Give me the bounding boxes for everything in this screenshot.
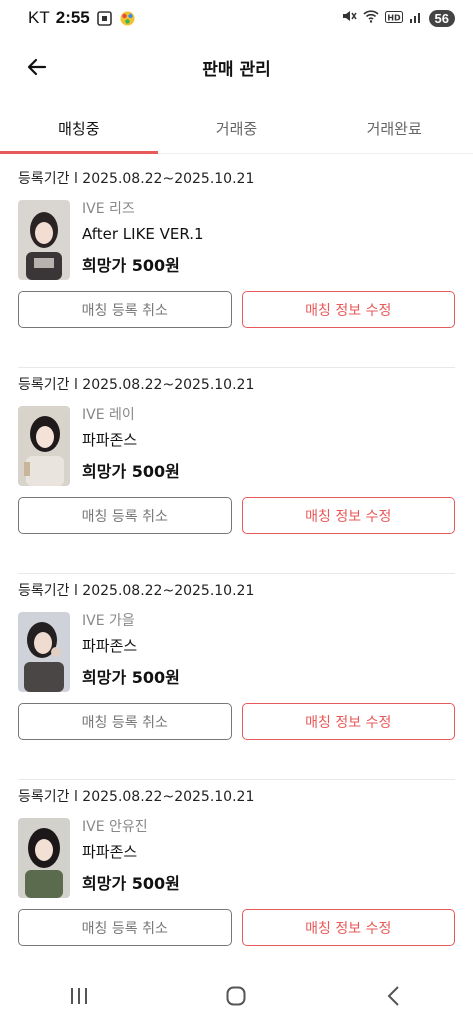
edit-matching-button[interactable]: 매칭 정보 수정 <box>241 497 455 534</box>
listing-list: 등록기간 l 2025.08.22~2025.10.21 IVE 리즈 Afte… <box>0 162 473 986</box>
screenshot-icon <box>96 10 113 27</box>
item-row[interactable]: IVE 레이 파파존스 희망가 500원 <box>18 406 455 486</box>
recent-apps-icon <box>70 988 87 1004</box>
listing-card: 등록기간 l 2025.08.22~2025.10.21 IVE 안유진 파파존… <box>18 780 455 986</box>
edit-matching-button[interactable]: 매칭 정보 수정 <box>241 909 455 946</box>
photocard-thumbnail[interactable] <box>18 818 70 898</box>
tab-trading[interactable]: 거래중 <box>158 106 316 153</box>
tab-matching[interactable]: 매칭중 <box>0 106 158 154</box>
item-row[interactable]: IVE 안유진 파파존스 희망가 500원 <box>18 818 455 898</box>
photocard-thumbnail[interactable] <box>18 612 70 692</box>
asking-price: 희망가 500원 <box>82 462 180 481</box>
back-button[interactable] <box>22 52 52 82</box>
item-info: IVE 레이 파파존스 희망가 500원 <box>82 406 180 486</box>
item-info: IVE 안유진 파파존스 희망가 500원 <box>82 818 180 898</box>
asking-price: 희망가 500원 <box>82 668 180 687</box>
photocard-thumbnail[interactable] <box>18 200 70 280</box>
app-notification-icon <box>119 10 136 27</box>
registration-period: 등록기간 l 2025.08.22~2025.10.21 <box>18 583 255 599</box>
item-info: IVE 가을 파파존스 희망가 500원 <box>82 612 180 692</box>
tab-completed[interactable]: 거래완료 <box>315 106 473 153</box>
listing-card: 등록기간 l 2025.08.22~2025.10.21 IVE 리즈 Afte… <box>18 162 455 368</box>
recent-apps-button[interactable] <box>59 976 99 1016</box>
carrier-label: KT <box>28 8 50 27</box>
action-row: 매칭 등록 취소 매칭 정보 수정 <box>18 291 455 328</box>
page-title: 판매 관리 <box>202 59 271 80</box>
registration-period: 등록기간 l 2025.08.22~2025.10.21 <box>18 377 255 393</box>
asking-price: 희망가 500원 <box>82 256 180 275</box>
asking-price: 희망가 500원 <box>82 874 180 893</box>
wifi-icon <box>362 8 379 28</box>
artist-name: IVE 레이 <box>82 407 135 423</box>
home-icon <box>226 986 246 1006</box>
arrow-left-icon <box>27 58 47 76</box>
album-name: 파파존스 <box>82 843 138 861</box>
listing-card: 등록기간 l 2025.08.22~2025.10.21 IVE 레이 파파존스… <box>18 368 455 574</box>
action-row: 매칭 등록 취소 매칭 정보 수정 <box>18 497 455 534</box>
photocard-thumbnail[interactable] <box>18 406 70 486</box>
signal-icon <box>409 9 423 28</box>
action-row: 매칭 등록 취소 매칭 정보 수정 <box>18 703 455 740</box>
home-button[interactable] <box>216 976 256 1016</box>
artist-name: IVE 가을 <box>82 613 135 629</box>
album-name: 파파존스 <box>82 637 138 655</box>
listing-card: 등록기간 l 2025.08.22~2025.10.21 IVE 가을 파파존스… <box>18 574 455 780</box>
hd-icon: HD <box>384 9 403 28</box>
battery-indicator: 56 <box>428 9 455 27</box>
cancel-matching-button[interactable]: 매칭 등록 취소 <box>18 497 232 534</box>
album-name: 파파존스 <box>82 431 138 449</box>
tab-bar: 매칭중 거래중 거래완료 <box>0 106 473 154</box>
artist-name: IVE 안유진 <box>82 819 148 835</box>
app-header: 판매 관리 <box>0 44 473 90</box>
status-bar: KT 2:55 HD 56 <box>0 0 473 36</box>
edit-matching-button[interactable]: 매칭 정보 수정 <box>241 703 455 740</box>
clock: 2:55 <box>55 8 90 27</box>
status-left: KT 2:55 <box>28 8 136 28</box>
item-row[interactable]: IVE 가을 파파존스 희망가 500원 <box>18 612 455 692</box>
cancel-matching-button[interactable]: 매칭 등록 취소 <box>18 703 232 740</box>
mute-icon <box>341 8 357 28</box>
system-nav-bar <box>0 968 473 1024</box>
chevron-left-icon <box>387 986 399 1006</box>
artist-name: IVE 리즈 <box>82 201 135 217</box>
registration-period: 등록기간 l 2025.08.22~2025.10.21 <box>18 171 255 187</box>
item-info: IVE 리즈 After LIKE VER.1 희망가 500원 <box>82 200 204 280</box>
edit-matching-button[interactable]: 매칭 정보 수정 <box>241 291 455 328</box>
cancel-matching-button[interactable]: 매칭 등록 취소 <box>18 909 232 946</box>
system-back-button[interactable] <box>374 976 414 1016</box>
album-name: After LIKE VER.1 <box>82 225 204 243</box>
registration-period: 등록기간 l 2025.08.22~2025.10.21 <box>18 789 255 805</box>
cancel-matching-button[interactable]: 매칭 등록 취소 <box>18 291 232 328</box>
status-right: HD 56 <box>341 8 455 28</box>
svg-text:HD: HD <box>387 13 401 22</box>
action-row: 매칭 등록 취소 매칭 정보 수정 <box>18 909 455 946</box>
item-row[interactable]: IVE 리즈 After LIKE VER.1 희망가 500원 <box>18 200 455 280</box>
